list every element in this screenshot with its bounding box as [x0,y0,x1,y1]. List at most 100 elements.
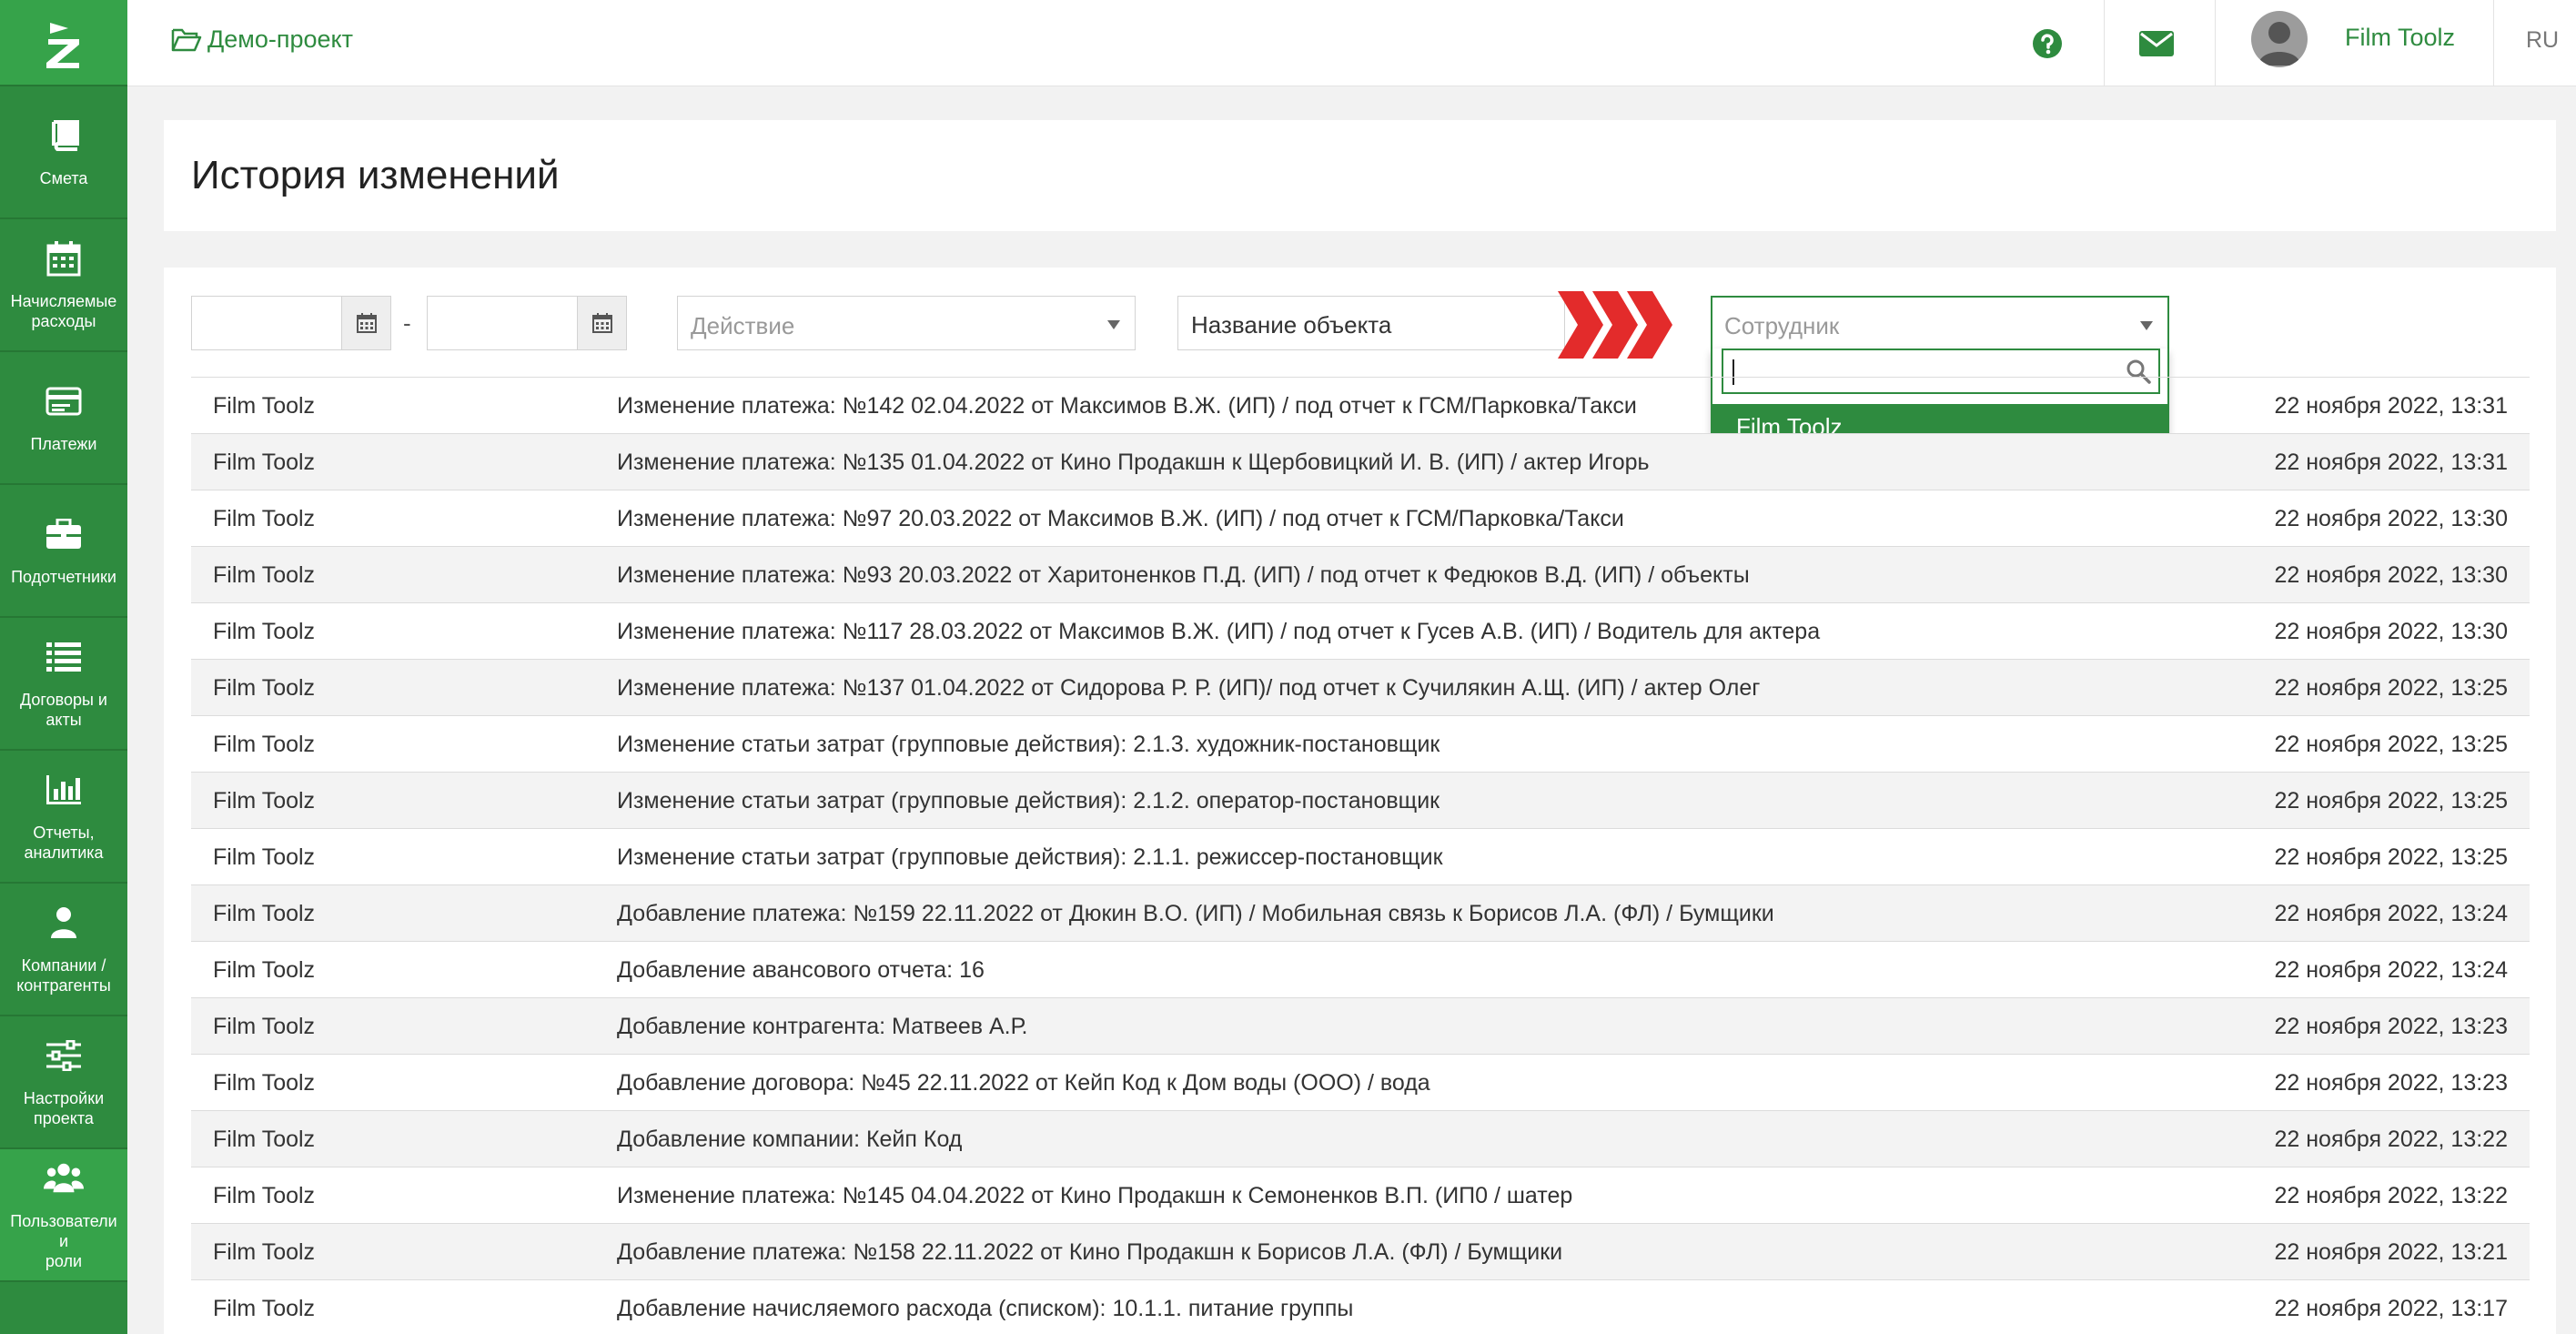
row-user: Film Toolz [213,393,316,419]
sidebar-item-label: Договоры и акты [20,691,107,729]
table-row: Film Toolz Изменение платежа: №145 04.04.… [191,1167,2530,1223]
row-time: 22 ноября 2022, 13:30 [2274,619,2509,644]
sidebar-item-contracts[interactable]: Договоры и акты [0,618,127,751]
table-row: Film Toolz Изменение статьи затрат (групп… [191,828,2530,884]
date-from-input[interactable] [191,296,391,350]
date-to-calendar-button[interactable] [577,297,626,349]
messages-button[interactable] [2129,0,2184,86]
title-panel: История изменений [164,120,2556,231]
sidebar-item-accrued-expenses[interactable]: Начисляемые расходы [0,219,127,352]
action-select[interactable]: Действие [677,296,1136,350]
row-user: Film Toolz [213,1014,316,1039]
sidebar-item-label: Подотчетники [11,568,116,586]
sidebar-item-project-settings[interactable]: Настройки проекта [0,1016,127,1149]
sidebar-item-estimate[interactable]: Смета [0,86,127,219]
logo-icon [46,22,79,68]
book-icon [44,116,84,156]
help-button[interactable] [2020,0,2075,86]
row-action: Изменение платежа: №97 20.03.2022 от Мак… [617,506,1624,531]
users-icon [44,1158,84,1198]
bar-chart-icon [44,770,84,810]
object-name-input[interactable]: Название объекта [1177,296,1565,350]
topbar-divider [2215,0,2216,86]
row-time: 22 ноября 2022, 13:22 [2274,1183,2509,1208]
employee-select[interactable]: Сотрудник [1711,296,2169,350]
project-link[interactable]: Демо-проект [171,25,353,54]
action-select-placeholder: Действие [691,312,795,339]
row-time: 22 ноября 2022, 13:17 [2274,1296,2509,1321]
page-title: История изменений [191,153,560,197]
table-row: Film Toolz Добавление платежа: №158 22.11… [191,1223,2530,1279]
user-name[interactable]: Film Toolz [2345,24,2455,52]
table-row: Film Toolz Изменение платежа: №117 28.03.… [191,602,2530,659]
sidebar-item-label: Компании / контрагенты [16,956,111,995]
row-user: Film Toolz [213,619,316,644]
row-user: Film Toolz [213,675,316,701]
table-row: Film Toolz Изменение статьи затрат (групп… [191,772,2530,828]
row-time: 22 ноября 2022, 13:23 [2274,1014,2509,1039]
row-action: Изменение платежа: №142 02.04.2022 от Ма… [617,393,1637,419]
row-time: 22 ноября 2022, 13:23 [2274,1070,2509,1096]
row-user: Film Toolz [213,506,316,531]
sidebar-item-reports[interactable]: Отчеты, аналитика [0,751,127,884]
row-time: 22 ноября 2022, 13:31 [2274,450,2509,475]
row-time: 22 ноября 2022, 13:24 [2274,901,2509,926]
app-logo[interactable] [0,0,127,86]
sidebar-item-label: Отчеты, аналитика [24,824,104,862]
object-name-value: Название объекта [1191,311,1392,339]
date-from-calendar-button[interactable] [341,297,390,349]
sidebar-item-companies[interactable]: Компании / контрагенты [0,884,127,1016]
sidebar-item-label: Пользователи и роли [10,1212,117,1270]
caret-down-icon [2140,321,2153,330]
calendar-icon [591,313,612,333]
row-user: Film Toolz [213,1070,316,1096]
row-time: 22 ноября 2022, 13:21 [2274,1239,2509,1265]
project-name: Демо-проект [207,25,354,53]
sidebar-item-label: Настройки проекта [23,1089,105,1127]
table-row: Film Toolz Добавление платежа: №159 22.11… [191,884,2530,941]
table-row: Film Toolz Изменение платежа: №97 20.03.2… [191,490,2530,546]
row-time: 22 ноября 2022, 13:30 [2274,562,2509,588]
avatar-icon [2258,22,2300,66]
language-switcher[interactable]: RU [2526,27,2559,54]
sidebar: Смета Начисляемые расходы Платежи Подотч… [0,0,127,1334]
row-action: Изменение статьи затрат (групповые дейст… [617,844,1443,870]
employee-select-placeholder: Сотрудник [1724,312,1840,339]
table-row: Film Toolz Добавление авансового отчета: … [191,941,2530,997]
row-user: Film Toolz [213,562,316,588]
row-action: Добавление платежа: №158 22.11.2022 от К… [617,1239,1563,1265]
sidebar-item-payments[interactable]: Платежи [0,352,127,485]
row-time: 22 ноября 2022, 13:25 [2274,732,2509,757]
credit-card-icon [44,381,84,421]
caret-down-icon [1107,320,1120,329]
avatar[interactable] [2251,11,2308,67]
row-time: 22 ноября 2022, 13:22 [2274,1127,2509,1152]
sidebar-item-accountables[interactable]: Подотчетники [0,485,127,618]
row-user: Film Toolz [213,732,316,757]
table-row: Film Toolz Добавление начисляемого расход… [191,1279,2530,1334]
row-action: Изменение платежа: №93 20.03.2022 от Хар… [617,562,1750,588]
table-row: Film Toolz Изменение платежа: №137 01.04.… [191,659,2530,715]
user-icon [44,903,84,943]
row-user: Film Toolz [213,844,316,870]
row-time: 22 ноября 2022, 13:24 [2274,957,2509,983]
row-time: 22 ноября 2022, 13:25 [2274,844,2509,870]
envelope-icon [2139,30,2174,56]
topbar-divider [2104,0,2105,86]
sidebar-item-label: Платежи [30,435,97,453]
row-action: Добавление компании: Кейп Код [617,1127,963,1152]
list-icon [44,637,84,677]
row-user: Film Toolz [213,957,316,983]
folder-open-icon [171,28,202,51]
sidebar-item-label: Начисляемые расходы [10,292,117,330]
row-action: Изменение платежа: №135 01.04.2022 от Ки… [617,450,1650,475]
sidebar-item-users-roles[interactable]: Пользователи и роли [0,1149,127,1282]
table-row: Film Toolz Изменение статьи затрат (групп… [191,715,2530,772]
topbar: Демо-проект Film Toolz RU [127,0,2576,86]
table-row: Film Toolz Изменение платежа: №142 02.04.… [191,377,2530,433]
date-range-separator: - [403,309,411,337]
row-action: Добавление авансового отчета: 16 [617,957,985,983]
row-action: Добавление платежа: №159 22.11.2022 от Д… [617,901,1774,926]
row-user: Film Toolz [213,1239,316,1265]
date-to-input[interactable] [427,296,627,350]
